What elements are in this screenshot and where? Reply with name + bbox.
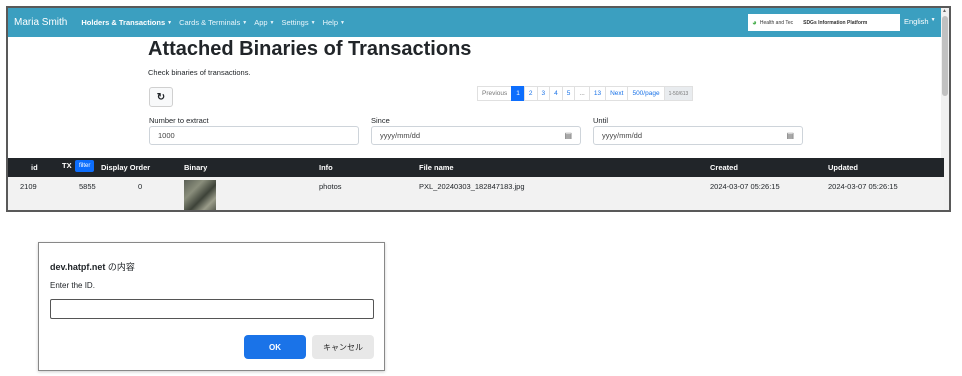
- number-to-extract-label: Number to extract: [149, 116, 209, 125]
- user-name[interactable]: Maria Smith: [14, 17, 67, 28]
- pagination-ellipsis: ...: [574, 86, 590, 101]
- refresh-icon: ↻: [156, 91, 166, 103]
- pagination: Previous 1 2 3 4 5 ... 13 Next 500/page …: [477, 86, 694, 101]
- calendar-icon[interactable]: ▤: [786, 131, 794, 140]
- cell-tx[interactable]: 5855: [79, 182, 96, 191]
- cell-id: 2109: [20, 182, 37, 191]
- caret-down-icon: ▼: [340, 19, 345, 26]
- caret-down-icon: ▼: [167, 19, 173, 26]
- platform-logo[interactable]: ◕ Health and Tec SDGs Information Platfo…: [748, 14, 900, 31]
- since-label: Since: [371, 116, 390, 125]
- table-row[interactable]: 2109 5855 0 photos PXL_20240303_18284718…: [8, 177, 944, 210]
- pagination-page-4[interactable]: 4: [549, 86, 563, 101]
- caret-down-icon: ▼: [930, 17, 936, 23]
- col-info[interactable]: Info: [319, 163, 333, 172]
- col-file-name[interactable]: File name: [419, 163, 454, 172]
- cell-display-order: 0: [138, 182, 143, 191]
- pagination-page-5[interactable]: 5: [561, 86, 576, 101]
- menu-holders-transactions[interactable]: Holders & Transactions ▼: [81, 18, 172, 27]
- scroll-up-arrow-icon[interactable]: ▲: [942, 8, 947, 14]
- page-title: Attached Binaries of Transactions: [148, 38, 472, 60]
- until-label: Until: [593, 116, 609, 125]
- dialog-message: Enter the ID.: [50, 281, 95, 290]
- col-binary[interactable]: Binary: [184, 163, 207, 172]
- pagination-page-3[interactable]: 3: [536, 86, 551, 101]
- dialog-id-input[interactable]: [50, 299, 374, 319]
- menu-settings[interactable]: Settings ▼: [282, 18, 316, 27]
- menu-cards-terminals[interactable]: Cards & Terminals ▼: [179, 18, 247, 27]
- navbar: Maria Smith Holders & Transactions ▼ Card…: [8, 8, 949, 37]
- cell-updated: 2024-03-07 05:26:15: [828, 182, 898, 191]
- col-display-order[interactable]: Display Order: [101, 163, 150, 172]
- refresh-button[interactable]: ↻: [149, 87, 173, 107]
- caret-down-icon: ▼: [310, 19, 316, 26]
- caret-down-icon: ▼: [269, 19, 275, 26]
- pagination-page-13[interactable]: 13: [588, 86, 607, 101]
- ok-button[interactable]: OK: [244, 335, 306, 359]
- leaf-logo-icon: ◕: [752, 18, 757, 27]
- cell-created: 2024-03-07 05:26:15: [710, 182, 780, 191]
- col-id[interactable]: id: [31, 163, 38, 172]
- since-date-input[interactable]: yyyy/mm/dd ▤: [371, 126, 581, 145]
- browser-viewport: Maria Smith Holders & Transactions ▼ Card…: [6, 6, 951, 212]
- per-page-selector[interactable]: 500/page: [627, 86, 665, 101]
- tx-filter-button[interactable]: filter: [75, 160, 95, 172]
- col-created[interactable]: Created: [710, 163, 738, 172]
- prompt-dialog: dev.hatpf.net の内容 Enter the ID. OK キャンセル: [38, 242, 385, 371]
- table-header: id TX filter Display Order Binary Info F…: [8, 158, 944, 177]
- number-to-extract-input[interactable]: 1000: [149, 126, 359, 145]
- pagination-page-2[interactable]: 2: [523, 86, 538, 101]
- dialog-title: dev.hatpf.net の内容: [50, 262, 135, 272]
- pagination-range: 1-50/613: [663, 86, 694, 101]
- pagination-next[interactable]: Next: [605, 86, 629, 101]
- binary-thumbnail-image[interactable]: [184, 180, 216, 210]
- menu-help[interactable]: Help ▼: [323, 18, 345, 27]
- cell-file-name: PXL_20240303_182847183.jpg: [419, 182, 525, 191]
- col-tx[interactable]: TX: [62, 161, 72, 170]
- language-selector[interactable]: English ▼: [904, 17, 936, 26]
- calendar-icon[interactable]: ▤: [564, 131, 572, 140]
- pagination-previous[interactable]: Previous: [477, 86, 513, 101]
- cancel-button[interactable]: キャンセル: [312, 335, 374, 359]
- page-subtitle: Check binaries of transactions.: [148, 68, 251, 77]
- until-date-input[interactable]: yyyy/mm/dd ▤: [593, 126, 803, 145]
- cell-info: photos: [319, 182, 342, 191]
- scroll-thumb[interactable]: [942, 16, 948, 96]
- caret-down-icon: ▼: [242, 19, 248, 26]
- col-updated[interactable]: Updated: [828, 163, 858, 172]
- menu-app[interactable]: App ▼: [254, 18, 274, 27]
- pagination-page-1[interactable]: 1: [511, 86, 525, 101]
